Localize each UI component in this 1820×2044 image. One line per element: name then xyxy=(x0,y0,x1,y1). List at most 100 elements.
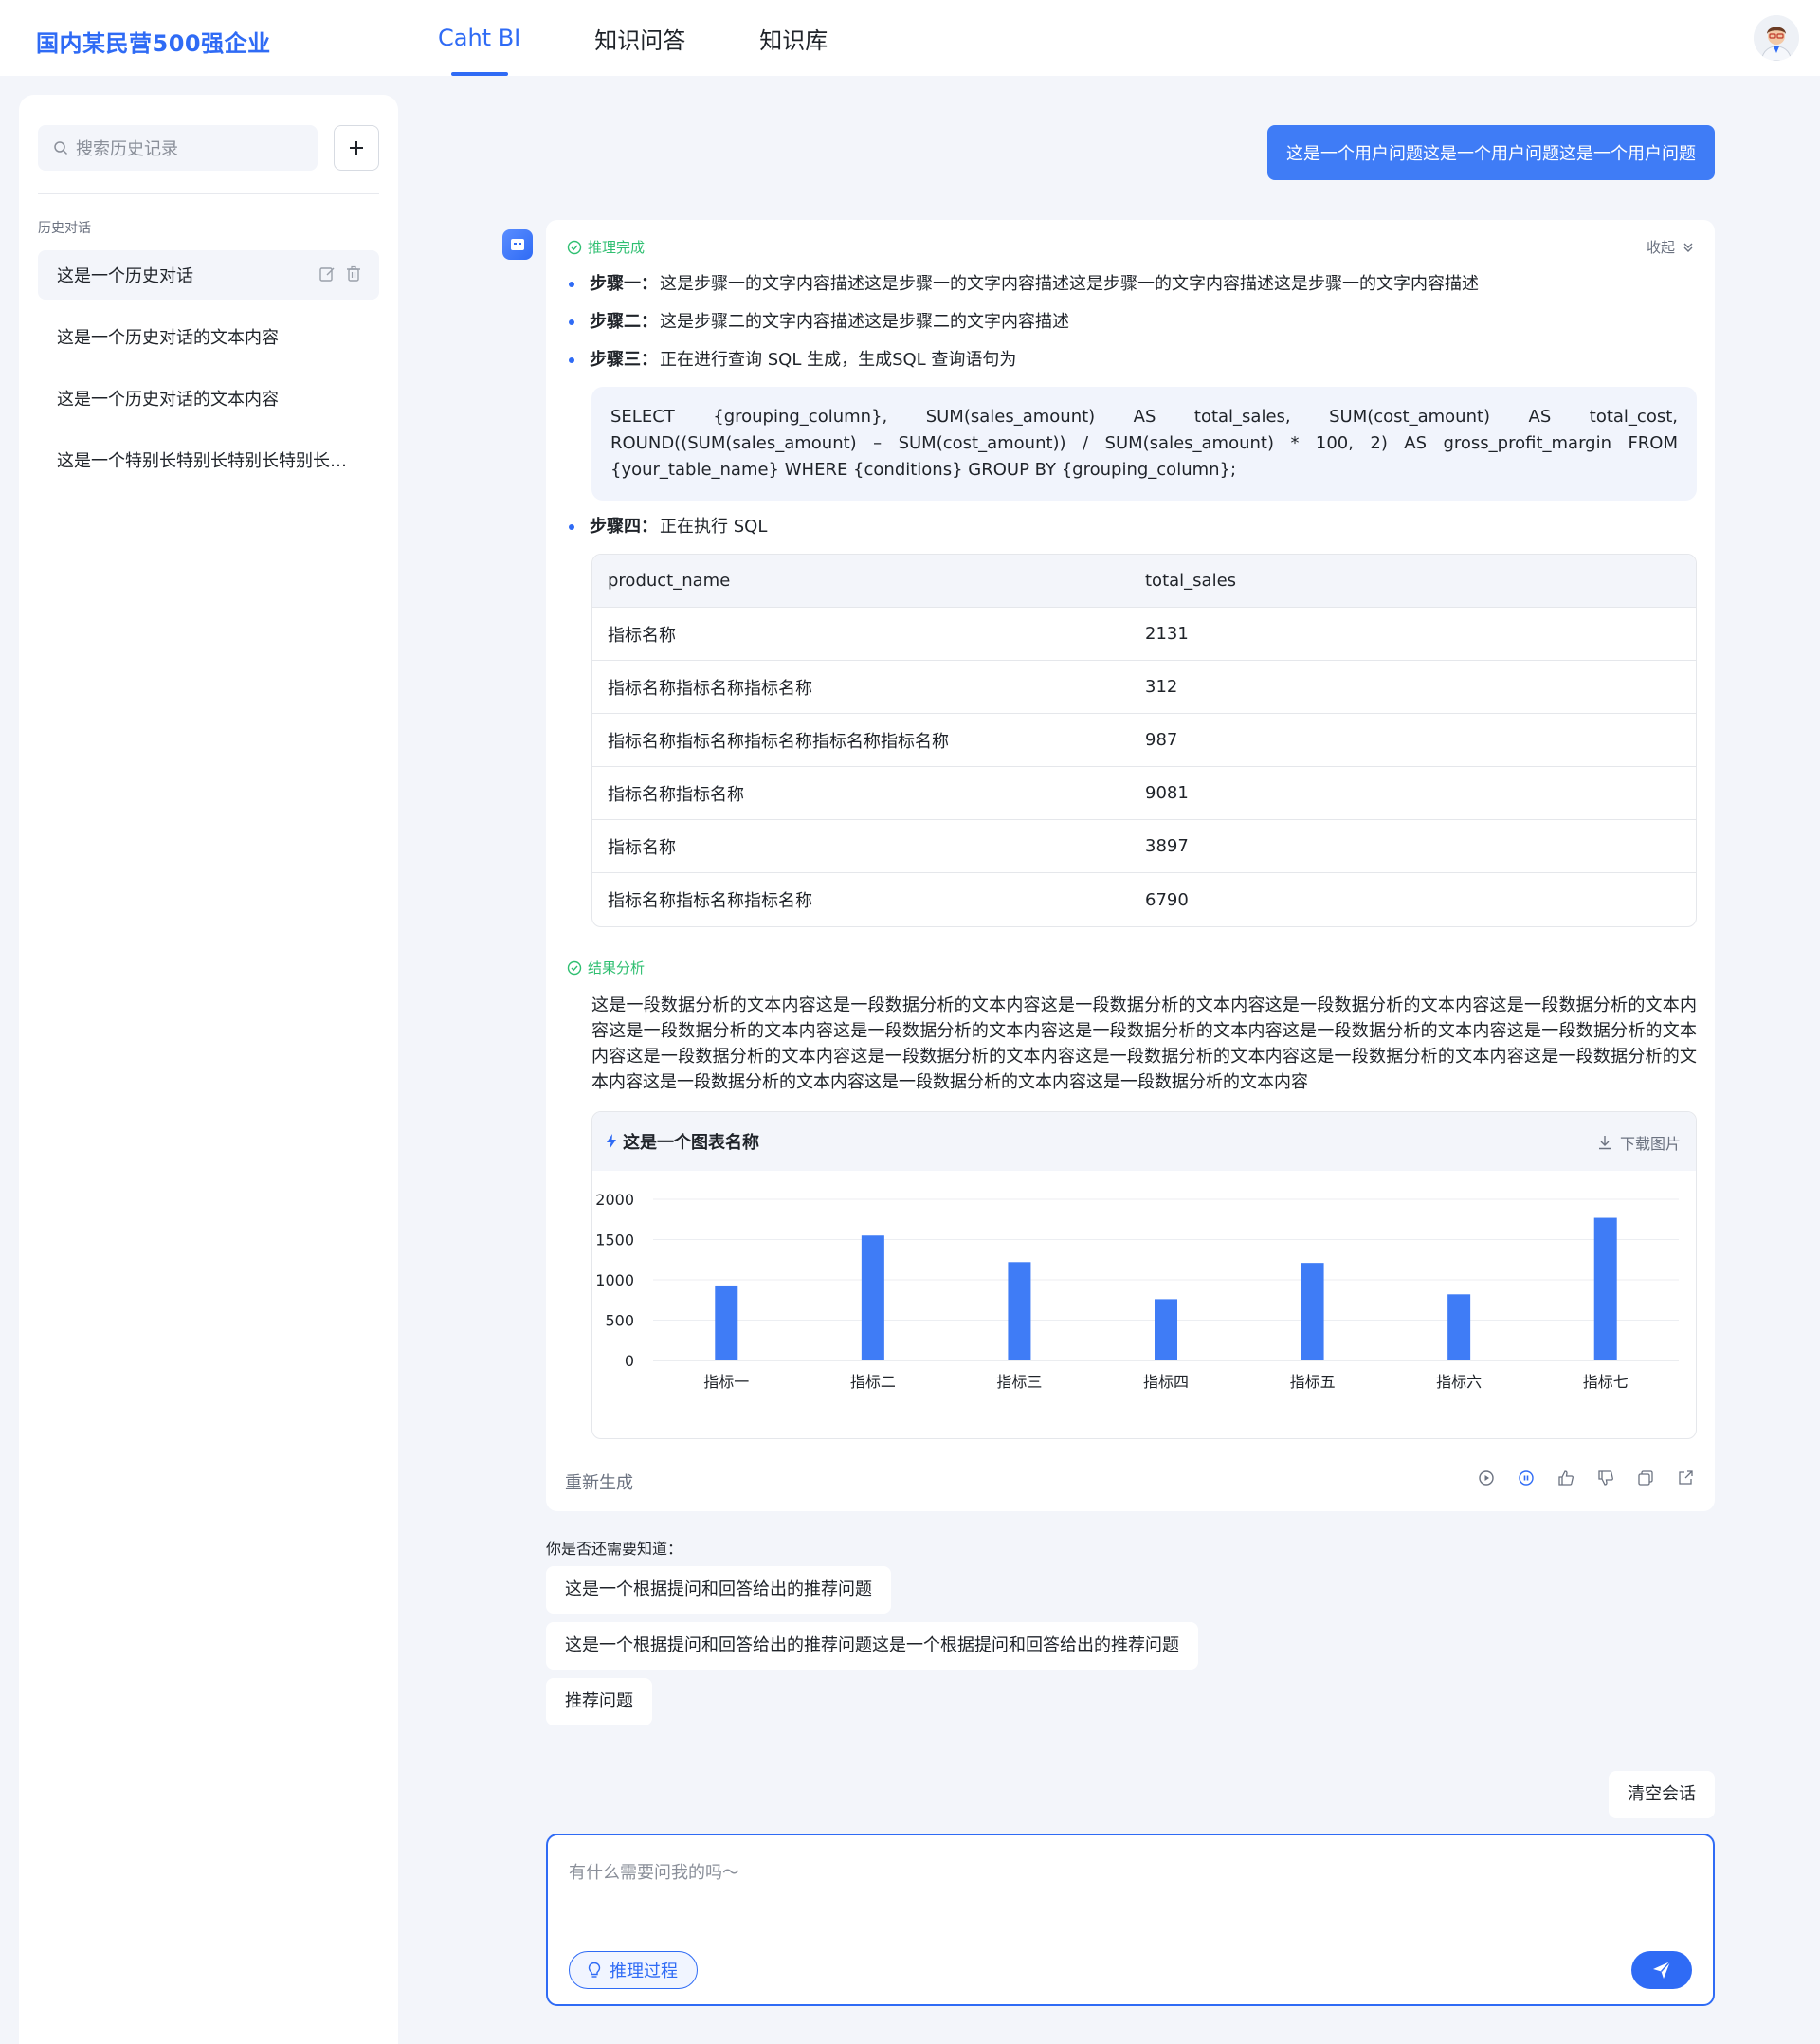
avatar[interactable] xyxy=(1754,15,1799,61)
history-item[interactable]: 这是一个历史对话的文本内容 xyxy=(38,374,379,423)
chart-bar[interactable] xyxy=(861,1235,884,1360)
history-item-label: 这是一个历史对话的文本内容 xyxy=(57,390,279,410)
suggested-question[interactable]: 这是一个根据提问和回答给出的推荐问题 xyxy=(546,1566,891,1614)
delete-icon[interactable] xyxy=(345,265,362,283)
collapse-button[interactable]: 收起 xyxy=(1647,237,1694,257)
history-item[interactable]: 这是一个特别长特别长特别长特别长特别长特别长 xyxy=(38,435,379,484)
chart-body: 0 500 1000 1500 2000 指标一 指标二 指标三 指标四 指标五 指标六 指标七 xyxy=(592,1171,1696,1438)
lightning-icon xyxy=(607,1134,616,1149)
message-composer: 推理过程 xyxy=(546,1834,1715,2006)
user-message-bubble: 这是一个用户问题这是一个用户问题这是一个用户问题 xyxy=(1267,125,1715,180)
x-tick-label: 指标二 xyxy=(850,1373,896,1391)
x-tick-label: 指标五 xyxy=(1290,1373,1336,1391)
bar-chart: 0 500 1000 1500 2000 指标一 指标二 指标三 指标四 指标五 指标六 指标七 xyxy=(595,1191,1679,1391)
history-item-label: 这是一个历史对话 xyxy=(57,266,193,286)
chart-bar[interactable] xyxy=(715,1285,738,1360)
chart-bar[interactable] xyxy=(1155,1299,1177,1360)
bot-icon xyxy=(502,229,533,260)
step-item: 步骤三： 正在进行查询 SQL 生成，生成SQL 查询语句为 xyxy=(569,341,1697,379)
reasoning-status-label: 推理完成 xyxy=(588,239,646,256)
download-icon xyxy=(1598,1136,1611,1150)
tab-knowledge-base[interactable]: 知识库 xyxy=(759,0,828,76)
chart-title: 这是一个图表名称 xyxy=(623,1133,759,1153)
thumbs-up-icon[interactable] xyxy=(1557,1469,1574,1487)
step-label: 步骤二： xyxy=(590,312,658,332)
thumbs-down-icon[interactable] xyxy=(1597,1469,1614,1487)
table-cell: 指标名称 xyxy=(608,625,676,646)
analysis-heading-label: 结果分析 xyxy=(588,959,646,976)
analysis-text: 这是一段数据分析的文本内容这是一段数据分析的文本内容这是一段数据分析的文本内容这… xyxy=(592,995,1697,1092)
collapse-label: 收起 xyxy=(1646,239,1675,256)
reasoning-toggle-label: 推理过程 xyxy=(610,1962,678,1981)
x-tick-label: 指标一 xyxy=(703,1373,749,1391)
step-label: 步骤四： xyxy=(590,517,658,537)
step-label: 步骤三： xyxy=(590,350,658,370)
reasoning-toggle-button[interactable]: 推理过程 xyxy=(569,1951,698,1989)
brand-title: 国内某民营500强企业 xyxy=(36,30,271,57)
chart-card: 这是一个图表名称 下载图片 0 500 1000 1500 2000 指标一 指标二 指标三 指… xyxy=(592,1111,1697,1439)
table-cell: 3897 xyxy=(1145,836,1189,856)
history-list: 这是一个历史对话 这是一个历史对话的文本内容 这是一个历史对话的文本内容 这是一… xyxy=(38,250,379,497)
double-chevron-down-icon xyxy=(1684,243,1693,252)
reasoning-steps: 步骤一： 这是步骤一的文字内容描述这是步骤一的文字内容描述这是步骤一的文字内容描述… xyxy=(569,265,1697,379)
suggestions-list: 这是一个根据提问和回答给出的推荐问题 这是一个根据提问和回答给出的推荐问题这是一… xyxy=(546,1566,1198,1734)
clear-conversation-button[interactable]: 清空会话 xyxy=(1609,1771,1715,1818)
x-tick-label: 指标七 xyxy=(1583,1373,1629,1391)
tab-knowledge-qa[interactable]: 知识问答 xyxy=(594,0,685,76)
table-cell: 987 xyxy=(1145,730,1178,750)
chart-bar[interactable] xyxy=(1447,1294,1471,1360)
y-tick-label: 500 xyxy=(605,1312,634,1330)
table-cell: 6790 xyxy=(1145,889,1189,910)
x-tick-label: 指标六 xyxy=(1436,1373,1482,1391)
answer-card: 推理完成 收起 步骤一： 这是步骤一的文字内容描述这是步骤一的文字内容描述这是步骤… xyxy=(546,220,1715,1511)
sidebar: 搜索历史记录 历史对话 这是一个历史对话 这是一个历史对话的文本内容 这是一个历… xyxy=(19,95,398,2044)
history-item-label: 这是一个历史对话的文本内容 xyxy=(57,328,279,348)
copy-icon[interactable] xyxy=(1637,1469,1654,1487)
step-label: 步骤一： xyxy=(590,274,658,294)
step-item: 步骤四： 正在执行 SQL xyxy=(569,508,767,546)
result-table: product_name total_sales 指标名称 2131 指标名称指标… xyxy=(592,554,1697,927)
sql-code-block: SELECT {grouping_column}, SUM(sales_amou… xyxy=(592,387,1697,501)
share-icon[interactable] xyxy=(1677,1469,1694,1487)
table-row: 指标名称指标名称 9081 xyxy=(592,767,1696,820)
step-text: 正在进行查询 SQL 生成，生成SQL 查询语句为 xyxy=(660,350,1017,370)
table-row: 指标名称指标名称指标名称指标名称指标名称 987 xyxy=(592,714,1696,767)
chart-bar[interactable] xyxy=(1301,1263,1324,1360)
table-cell: 指标名称指标名称 xyxy=(608,784,744,805)
chart-bar[interactable] xyxy=(1593,1217,1617,1360)
suggested-question[interactable]: 推荐问题 xyxy=(546,1678,652,1725)
y-tick-label: 1500 xyxy=(595,1232,634,1250)
history-actions xyxy=(318,265,362,283)
regenerate-button[interactable]: 重新生成 xyxy=(565,1469,633,1494)
table-cell: 指标名称指标名称指标名称 xyxy=(608,678,812,699)
history-search[interactable]: 搜索历史记录 xyxy=(38,125,318,171)
plus-icon xyxy=(350,141,363,155)
suggestions-title: 你是否还需要知道： xyxy=(546,1540,683,1558)
step-text: 这是步骤一的文字内容描述这是步骤一的文字内容描述这是步骤一的文字内容描述这是步骤… xyxy=(660,274,1479,294)
tab-chat-bi[interactable]: Caht BI xyxy=(438,0,520,76)
table-cell: 指标名称指标名称指标名称指标名称指标名称 xyxy=(608,731,949,752)
send-button[interactable] xyxy=(1631,1951,1692,1989)
table-cell: 2131 xyxy=(1145,624,1189,644)
top-header: 国内某民营500强企业 Caht BI 知识问答 知识库 xyxy=(0,0,1820,76)
table-header-row: product_name total_sales xyxy=(592,555,1696,608)
table-header-cell: total_sales xyxy=(1145,571,1237,591)
download-image-button[interactable]: 下载图片 xyxy=(1597,1131,1681,1154)
search-placeholder: 搜索历史记录 xyxy=(76,139,178,159)
edit-icon[interactable] xyxy=(318,265,336,283)
chart-bar[interactable] xyxy=(1008,1262,1031,1360)
play-icon[interactable] xyxy=(1478,1469,1495,1487)
history-item[interactable]: 这是一个历史对话的文本内容 xyxy=(38,312,379,361)
pause-icon[interactable] xyxy=(1518,1469,1535,1487)
new-chat-button[interactable] xyxy=(334,125,379,171)
download-label: 下载图片 xyxy=(1619,1135,1681,1153)
table-row: 指标名称指标名称指标名称 312 xyxy=(592,661,1696,714)
message-input[interactable] xyxy=(569,1858,1687,1887)
history-item[interactable]: 这是一个历史对话 xyxy=(38,250,379,300)
table-row: 指标名称 2131 xyxy=(592,608,1696,661)
chart-header: 这是一个图表名称 下载图片 xyxy=(592,1112,1696,1171)
suggested-question[interactable]: 这是一个根据提问和回答给出的推荐问题这是一个根据提问和回答给出的推荐问题 xyxy=(546,1622,1198,1670)
analysis-heading: 结果分析 xyxy=(567,958,645,977)
check-circle-icon xyxy=(567,960,582,975)
table-cell: 9081 xyxy=(1145,783,1189,803)
